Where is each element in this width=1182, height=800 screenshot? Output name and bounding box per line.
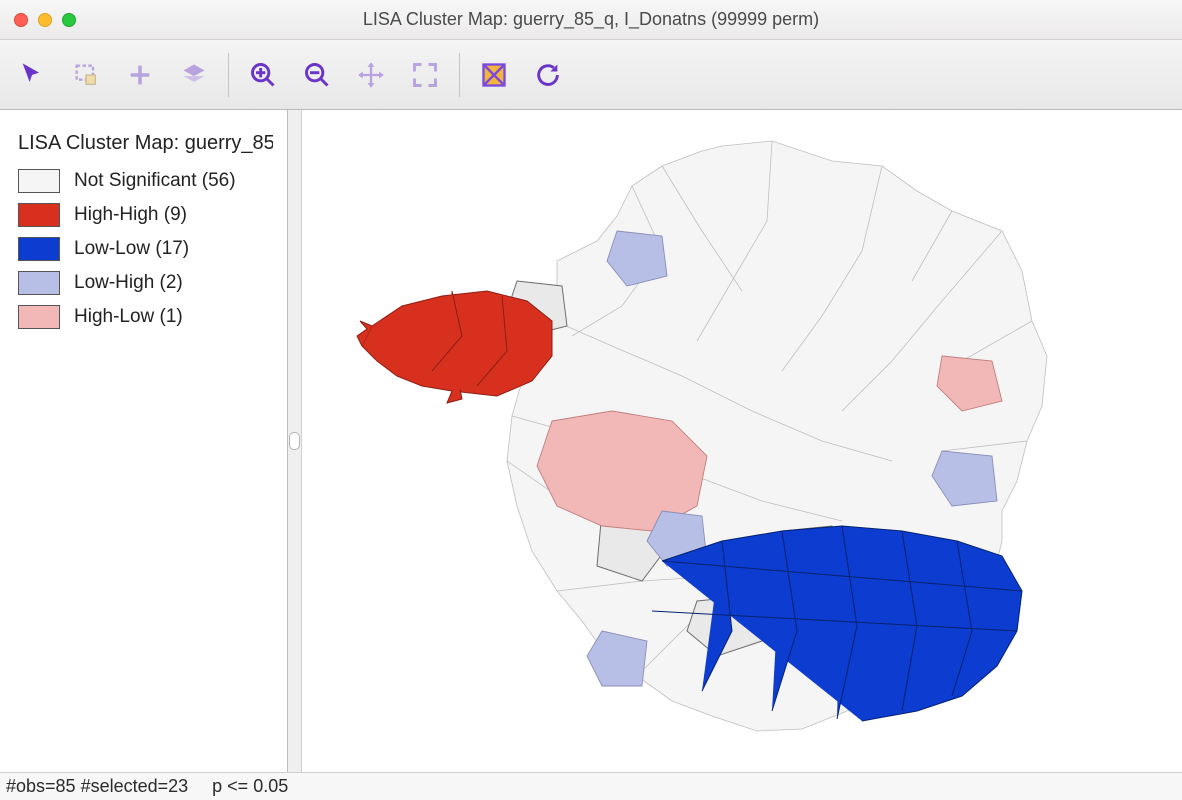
legend-swatch (18, 237, 60, 261)
zoom-out-icon (303, 61, 331, 89)
full-extent-button[interactable] (401, 51, 449, 99)
zoom-in-button[interactable] (239, 51, 287, 99)
cursor-icon (18, 61, 46, 89)
window-titlebar: LISA Cluster Map: guerry_85_q, I_Donatns… (0, 0, 1182, 40)
legend-item-low-low[interactable]: Low-Low (17) (18, 237, 273, 261)
legend-label: High-High (9) (74, 204, 187, 226)
minimize-icon[interactable] (38, 13, 52, 27)
legend-swatch (18, 203, 60, 227)
legend-items: Not Significant (56) High-High (9) Low-L… (18, 169, 273, 329)
toolbar-separator (459, 53, 460, 97)
legend-swatch (18, 169, 60, 193)
legend-item-high-low[interactable]: High-Low (1) (18, 305, 273, 329)
legend-label: Low-High (2) (74, 272, 183, 294)
fullscreen-icon (411, 61, 439, 89)
pan-button[interactable] (347, 51, 395, 99)
status-p-threshold: p <= 0.05 (212, 776, 288, 797)
layers-button[interactable] (170, 51, 218, 99)
zoom-out-button[interactable] (293, 51, 341, 99)
toolbar (0, 40, 1182, 110)
close-icon[interactable] (14, 13, 28, 27)
status-observations: #obs=85 #selected=23 (6, 776, 188, 797)
add-button[interactable] (116, 51, 164, 99)
basemap-button[interactable] (470, 51, 518, 99)
refresh-icon (534, 61, 562, 89)
rectangle-select-icon (72, 61, 100, 89)
legend-swatch (18, 271, 60, 295)
basemap-icon (480, 61, 508, 89)
toolbar-separator (228, 53, 229, 97)
select-tool-button[interactable] (8, 51, 56, 99)
legend-label: Not Significant (56) (74, 170, 236, 192)
legend-label: High-Low (1) (74, 306, 183, 328)
zoom-in-icon (249, 61, 277, 89)
legend-label: Low-Low (17) (74, 238, 189, 260)
map-canvas[interactable] (302, 110, 1182, 772)
maximize-icon[interactable] (62, 13, 76, 27)
legend-item-low-high[interactable]: Low-High (2) (18, 271, 273, 295)
legend-item-high-high[interactable]: High-High (9) (18, 203, 273, 227)
rectangle-select-button[interactable] (62, 51, 110, 99)
legend-panel: LISA Cluster Map: guerry_85_q, I_Donatns… (0, 110, 288, 772)
plus-icon (126, 61, 154, 89)
legend-item-not-significant[interactable]: Not Significant (56) (18, 169, 273, 193)
window-controls (0, 13, 76, 27)
legend-swatch (18, 305, 60, 329)
status-bar: #obs=85 #selected=23 p <= 0.05 (0, 772, 1182, 800)
layers-icon (180, 61, 208, 89)
content-area: LISA Cluster Map: guerry_85_q, I_Donatns… (0, 110, 1182, 772)
window-title: LISA Cluster Map: guerry_85_q, I_Donatns… (0, 9, 1182, 30)
refresh-button[interactable] (524, 51, 572, 99)
legend-title: LISA Cluster Map: guerry_85_q, I_Donatns… (18, 132, 273, 155)
panel-splitter[interactable] (288, 110, 302, 772)
pan-icon (357, 61, 385, 89)
france-map-svg (302, 110, 1182, 772)
splitter-grip-icon (289, 432, 300, 450)
